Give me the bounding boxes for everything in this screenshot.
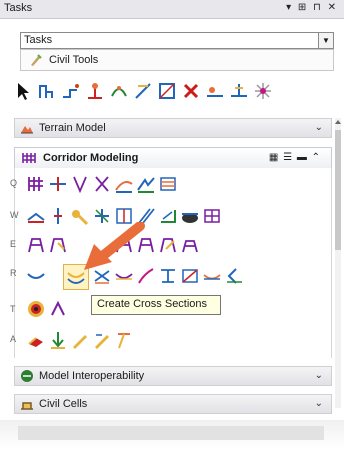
civil-cells-panel-header[interactable]: Civil Cells ⌄ [14, 394, 332, 414]
select-arrow-icon[interactable] [12, 80, 34, 102]
cross-section-compare-icon[interactable] [202, 266, 222, 286]
task-set-dropdown[interactable]: Tasks ▼ [20, 32, 334, 49]
row-key-w: W [10, 210, 19, 220]
chevron-down-icon[interactable]: ⌄ [315, 398, 323, 409]
point-tool-8-icon[interactable] [228, 80, 250, 102]
parametric-constraint-icon[interactable] [114, 174, 134, 194]
superelevation-icon[interactable] [26, 206, 46, 226]
corridor-modeling-label: Corridor Modeling [43, 152, 139, 164]
point-tool-4-icon[interactable] [108, 80, 130, 102]
cross-section-sheet-icon[interactable] [180, 266, 200, 286]
model-interoperability-label: Model Interoperability [39, 370, 145, 382]
create-corridor-icon[interactable] [26, 174, 46, 194]
callout-arrow [84, 222, 145, 270]
point-tool-2-icon[interactable] [60, 80, 82, 102]
point-tool-6-icon[interactable] [156, 80, 178, 102]
point-control-icon[interactable] [136, 174, 156, 194]
point-tool-7-icon[interactable] [204, 80, 226, 102]
task-set-value: Tasks [24, 34, 53, 46]
vertical-scrollbar[interactable] [333, 118, 343, 408]
cut-fill-icon[interactable] [180, 206, 200, 226]
cross-section-navigator-icon[interactable] [224, 266, 244, 286]
point-tool-5-icon[interactable] [132, 80, 154, 102]
view-mode-icons[interactable]: ▦ ☰ ▬ ⌃ [269, 152, 321, 163]
transition-tool-icon[interactable] [48, 299, 68, 319]
cross-section-report-icon[interactable] [158, 266, 178, 286]
clipping-icon[interactable] [48, 206, 68, 226]
terrain-model-label: Terrain Model [39, 122, 106, 134]
tooltip-text: Create Cross Sections [97, 298, 208, 310]
task-toolbar [12, 80, 344, 106]
template-point-icon[interactable] [180, 235, 200, 255]
delete-icon[interactable] [180, 80, 202, 102]
model-interop-icon [21, 370, 33, 382]
terrain-model-panel-header[interactable]: Terrain Model ⌄ [14, 118, 332, 138]
point-tool-9-icon[interactable] [252, 80, 274, 102]
row-key-a: A [10, 334, 17, 344]
apply-template-icon[interactable] [26, 235, 46, 255]
model-interoperability-panel-header[interactable]: Model Interoperability ⌄ [14, 366, 332, 386]
curve-widening-icon[interactable] [158, 174, 178, 194]
surface-template-icon[interactable] [158, 206, 178, 226]
template-drop-icon[interactable] [48, 174, 68, 194]
target-icon[interactable] [26, 299, 46, 319]
chevron-down-icon[interactable]: ⌄ [315, 122, 323, 133]
faded-panel [18, 426, 324, 440]
civil-cells-icon [21, 402, 33, 410]
row-key-e: E [10, 239, 17, 249]
window-controls[interactable]: ▾ ⊞ ⊓ ✕ [286, 2, 338, 13]
bottom-fade [0, 420, 344, 449]
corridor-reference-icon[interactable] [70, 174, 90, 194]
point-tool-3-icon[interactable] [84, 80, 106, 102]
dropdown-arrow-icon[interactable]: ▼ [318, 33, 333, 48]
edit-component-icon[interactable] [92, 330, 112, 350]
corridor-modeling-panel-header[interactable]: Corridor Modeling ▦ ☰ ▬ ⌃ [14, 147, 332, 169]
create-3d-model-icon[interactable] [26, 330, 46, 350]
row-key-r: R [10, 268, 17, 278]
create-section-icon[interactable] [26, 266, 46, 286]
row-key-t: T [10, 304, 16, 314]
row-key-q: Q [10, 178, 18, 188]
volume-table-icon[interactable] [202, 206, 222, 226]
key-station-icon[interactable] [92, 174, 112, 194]
corridor-icon [22, 153, 36, 163]
chevron-down-icon[interactable]: ⌄ [315, 370, 323, 381]
terrain-icon [21, 126, 33, 134]
task-panel-titlebar: Tasks ▾ ⊞ ⊓ ✕ [0, 0, 344, 19]
edit-template-icon[interactable] [114, 330, 134, 350]
breadcrumb[interactable]: Civil Tools [20, 49, 334, 71]
template-library-icon[interactable] [158, 235, 178, 255]
edit-point-icon[interactable] [70, 330, 90, 350]
breadcrumb-label: Civil Tools [49, 54, 99, 66]
tooltip: Create Cross Sections [91, 295, 221, 315]
window-title: Tasks [4, 2, 33, 14]
civil-tools-icon [31, 54, 42, 66]
transition-icon[interactable] [48, 235, 68, 255]
point-tool-1-icon[interactable] [36, 80, 58, 102]
import-data-icon[interactable] [48, 330, 68, 350]
civil-cells-label: Civil Cells [39, 398, 88, 410]
